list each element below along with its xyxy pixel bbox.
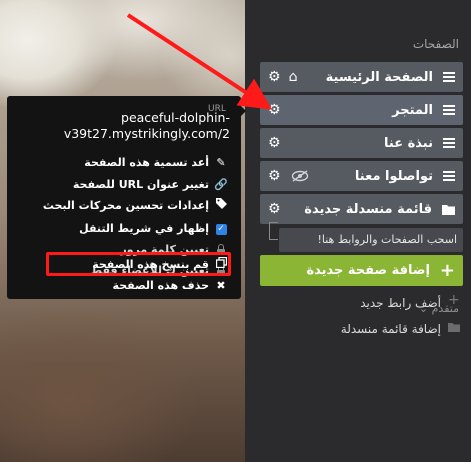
pointer-arrow: [126, 13, 273, 110]
arrow-line: [126, 13, 273, 110]
